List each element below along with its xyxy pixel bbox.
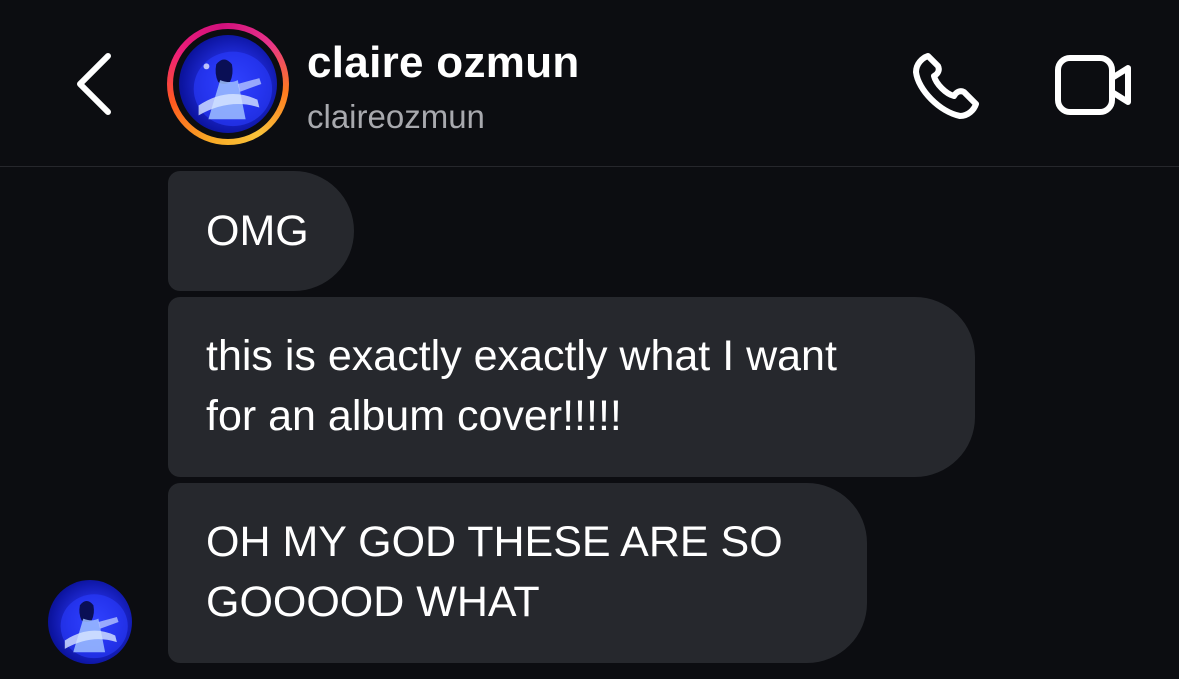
chat-header: claire ozmun claireozmun	[0, 0, 1179, 167]
sender-avatar[interactable]	[48, 580, 132, 664]
message-text: this is exactly exactly what I want	[206, 332, 837, 380]
voice-call-button[interactable]	[906, 46, 986, 126]
back-button[interactable]	[66, 48, 126, 118]
video-camera-icon	[1055, 55, 1131, 115]
message-text: OMG	[206, 207, 309, 255]
chevron-left-icon	[77, 53, 111, 115]
profile-avatar[interactable]	[167, 23, 289, 145]
avatar-photo	[179, 35, 277, 133]
message-text: for an album cover!!!!!	[206, 392, 622, 440]
message-text: GOOOOD WHAT	[206, 578, 540, 626]
message-bubble[interactable]: this is exactly exactly what I want for …	[168, 297, 975, 477]
contact-display-name[interactable]: claire ozmun	[307, 38, 580, 88]
dm-conversation-screen: claire ozmun claireozmun OMG this is exa…	[0, 0, 1179, 679]
message-bubble[interactable]: OH MY GOD THESE ARE SO GOOOOD WHAT	[168, 483, 867, 663]
message-bubble[interactable]: OMG	[168, 171, 354, 291]
video-call-button[interactable]	[1050, 46, 1140, 126]
phone-icon	[913, 53, 979, 119]
message-text: OH MY GOD THESE ARE SO	[206, 518, 783, 566]
contact-username[interactable]: claireozmun	[307, 98, 485, 136]
